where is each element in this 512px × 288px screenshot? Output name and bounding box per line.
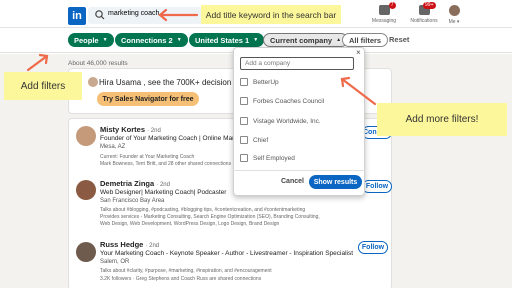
messaging-badge: 7	[388, 2, 396, 9]
chevron-down-icon: ▼	[253, 37, 259, 43]
company-option-label: Forbes Coaches Council	[253, 97, 325, 105]
connection-degree: · 2nd	[156, 182, 170, 188]
connection-degree: · 2nd	[147, 128, 161, 134]
callout-more-filters-text: Add more filters!	[405, 114, 479, 125]
person-services: Provides services - Marketing Consulting…	[100, 214, 320, 220]
close-icon[interactable]: ×	[356, 48, 361, 57]
filter-current-company[interactable]: Current company ▲	[263, 33, 349, 47]
profile-avatar	[448, 5, 460, 16]
search-query[interactable]: marketing coach	[108, 10, 159, 17]
person-services-continued: Web Design, Web Development, WordPress D…	[100, 221, 280, 227]
reset-button[interactable]: Reset	[389, 35, 409, 44]
chevron-up-icon: ▲	[336, 37, 342, 43]
callout-filters: Add filters	[4, 72, 82, 100]
all-filters-label: All filters	[349, 35, 382, 45]
person-name-text: Russ Hedge	[100, 240, 144, 249]
person-location: San Francisco Bay Area	[100, 198, 165, 204]
person-followers: 3.2K followers · Greg Stephens and Coach…	[100, 276, 262, 282]
person-avatar[interactable]	[76, 242, 96, 262]
company-option[interactable]: Self Employed	[240, 152, 295, 164]
callout-more-filters: Add more filters!	[377, 103, 507, 136]
checkbox-icon[interactable]	[240, 136, 248, 144]
sales-navigator-label: Try Sales Navigator for free	[102, 95, 194, 103]
company-option[interactable]: Forbes Coaches Council	[240, 95, 324, 107]
promo-text: Hira Usama , see the 700K+ decision ma	[99, 78, 245, 87]
checkbox-icon[interactable]	[240, 78, 248, 86]
chevron-down-icon: ▼	[102, 37, 108, 43]
person-name-text: Misty Kortes	[100, 125, 146, 134]
person-headline: Founder of Your Marketing Coach | Online…	[100, 135, 245, 142]
person-talks: Talks about #clarity, #purpose, #marketi…	[100, 268, 272, 274]
person-location: Salem, OR	[100, 259, 130, 265]
filter-current-company-label: Current company	[270, 35, 333, 45]
results-count: About 46,000 results	[68, 60, 128, 67]
company-option-label: Chief	[253, 136, 269, 144]
filter-connections-label: Connections 2	[121, 35, 173, 45]
person-talks: Talks about #blogging, #podcasting, #blo…	[100, 207, 306, 213]
nav-me-label: Me ▾	[448, 19, 460, 25]
show-results-button[interactable]: Show results	[309, 175, 362, 189]
filter-location[interactable]: United States 1 ▼	[189, 33, 265, 47]
person-location: Mesa, AZ	[100, 144, 126, 150]
bell-icon: 99+	[418, 2, 436, 15]
person-avatar[interactable]	[76, 180, 96, 200]
messaging-icon: 7	[378, 2, 396, 15]
filter-people-label: People	[74, 35, 99, 45]
nav-messaging-label: Messaging	[371, 18, 397, 24]
nav-me[interactable]: Me ▾	[434, 3, 474, 25]
person-headline: Web Designer| Marketing Coach| Podcaster	[100, 189, 227, 196]
nav-messaging[interactable]: 7 Messaging	[364, 2, 404, 24]
person-avatar[interactable]	[76, 126, 96, 146]
person-name[interactable]: Russ Hedge · 2nd	[100, 240, 159, 249]
cancel-button[interactable]: Cancel	[281, 178, 304, 185]
filter-connections[interactable]: Connections 2 ▼	[115, 33, 188, 47]
connection-degree: · 2nd	[145, 243, 160, 249]
person-name[interactable]: Demetria Zinga · 2nd	[100, 179, 170, 188]
callout-filters-text: Add filters	[20, 80, 66, 92]
company-option[interactable]: Vistage Worldwide, Inc.	[240, 115, 321, 127]
filter-people[interactable]: People ▼	[68, 33, 114, 47]
linkedin-logo[interactable]: in	[68, 7, 86, 25]
follow-button[interactable]: Follow	[362, 180, 392, 193]
checkbox-icon[interactable]	[240, 117, 248, 125]
person-name-text: Demetria Zinga	[100, 179, 155, 188]
company-option[interactable]: Chief	[240, 134, 268, 146]
company-search-input[interactable]: Add a company	[240, 57, 354, 70]
search-bar[interactable]: marketing coach	[88, 7, 212, 24]
person-mutual: Mark Bowness, Terri Britt, and 28 other …	[100, 161, 232, 167]
follow-label: Follow	[361, 244, 385, 251]
checkbox-icon[interactable]	[240, 97, 248, 105]
sales-navigator-button[interactable]: Try Sales Navigator for free	[97, 92, 199, 106]
company-option-label: BetterUp	[253, 78, 279, 86]
chevron-down-icon: ▼	[176, 37, 182, 43]
checkbox-icon[interactable]	[240, 154, 248, 162]
company-option-label: Self Employed	[253, 154, 295, 162]
show-results-label: Show results	[313, 178, 358, 186]
all-filters-button[interactable]: All filters	[342, 33, 389, 47]
company-option-label: Vistage Worldwide, Inc.	[253, 117, 321, 125]
filter-location-label: United States 1	[195, 35, 250, 45]
person-current: Current: Founder at Your Marketing Coach	[100, 154, 195, 160]
follow-button[interactable]: Follow	[358, 241, 388, 254]
person-name[interactable]: Misty Kortes · 2nd	[100, 125, 161, 134]
person-headline: Your Marketing Coach - Keynote Speaker -…	[100, 250, 354, 257]
user-avatar-small	[88, 77, 98, 87]
callout-search-text: Add title keyword in the search bar	[205, 9, 337, 20]
search-icon	[95, 10, 105, 20]
follow-label: Follow	[365, 183, 389, 190]
dropdown-divider	[233, 170, 365, 171]
company-option[interactable]: BetterUp	[240, 76, 279, 88]
callout-search: Add title keyword in the search bar	[201, 5, 341, 24]
